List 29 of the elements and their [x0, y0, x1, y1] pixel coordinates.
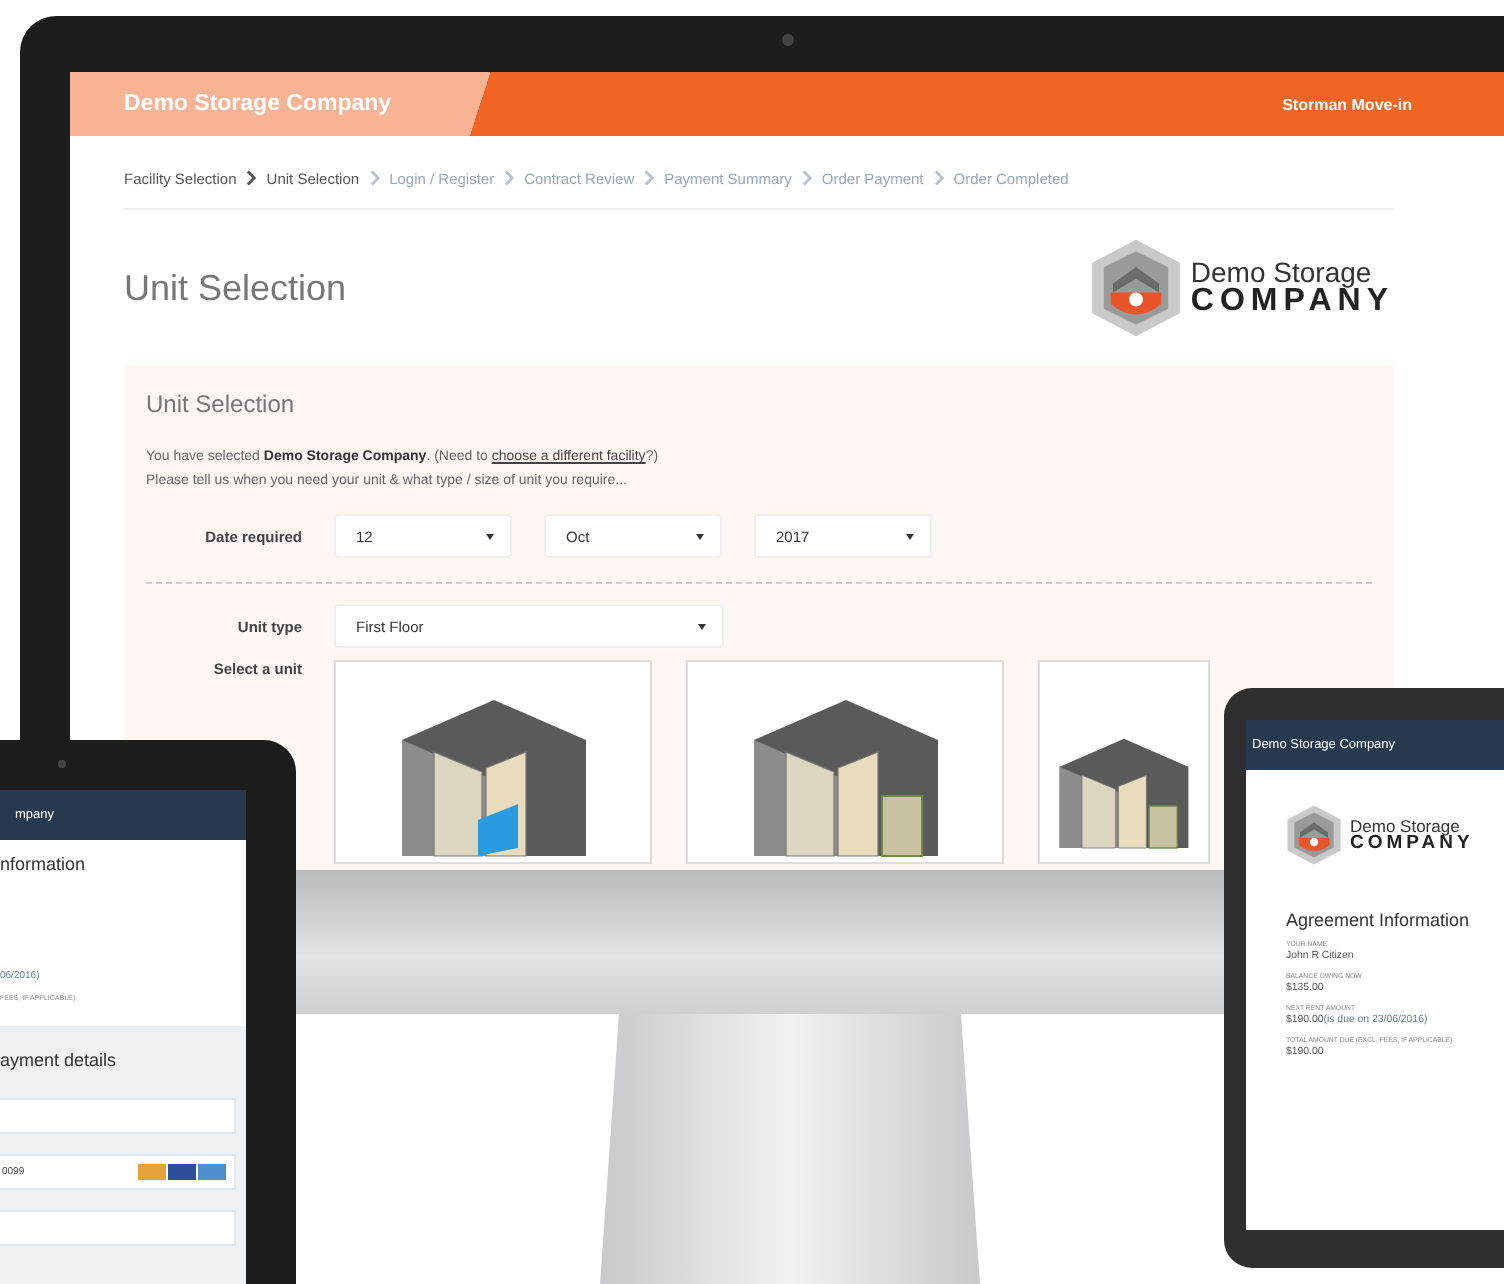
- app-name: Storman Move-in: [1282, 95, 1412, 113]
- camera-icon: [58, 760, 66, 768]
- chevron-icon: [246, 170, 257, 186]
- camera-icon: [782, 34, 794, 46]
- panel-title: Unit Selection: [146, 390, 297, 418]
- hexagon-shield-icon: [1286, 804, 1342, 866]
- unit-card[interactable]: [334, 660, 652, 864]
- section-title: Agreement Information: [1286, 910, 1472, 930]
- logo-text: Demo Storage: [1190, 258, 1372, 286]
- logo-text: Demo Storage: [1350, 817, 1460, 834]
- chevron-icon: [504, 170, 515, 186]
- caret-icon: [698, 624, 706, 630]
- section-title: nformation: [0, 854, 88, 874]
- caret-icon: [696, 534, 704, 540]
- chevron-icon: [644, 170, 655, 186]
- page-title: Unit Selection: [124, 267, 347, 309]
- chevron-icon: [933, 170, 944, 186]
- logo-text: COMPANY: [1350, 834, 1474, 853]
- caret-icon: [906, 534, 914, 540]
- hexagon-shield-icon: [1090, 236, 1183, 340]
- unit-card[interactable]: [686, 660, 1004, 864]
- unit-card[interactable]: [1038, 660, 1210, 864]
- input-field[interactable]: [0, 1098, 236, 1134]
- chevron-icon: [801, 170, 812, 186]
- section-title: ayment details: [0, 1050, 119, 1070]
- input-field[interactable]: [0, 1210, 236, 1246]
- chevron-icon: [369, 170, 380, 186]
- caret-icon: [486, 534, 494, 540]
- logo-text: COMPANY: [1190, 286, 1394, 318]
